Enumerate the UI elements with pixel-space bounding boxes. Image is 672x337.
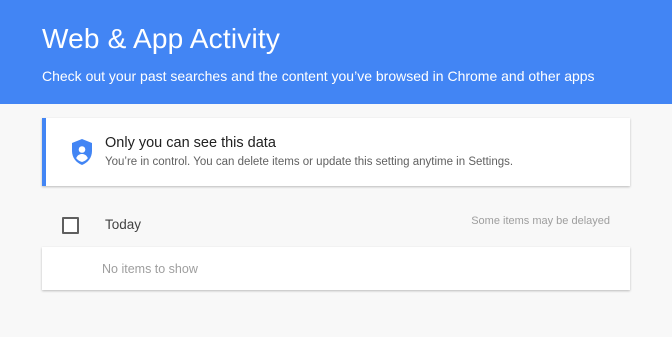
delay-notice: Some items may be delayed bbox=[471, 215, 610, 227]
activity-items-card: No items to show bbox=[42, 247, 630, 290]
page-title: Web & App Activity bbox=[42, 23, 281, 54]
privacy-notice-card: Only you can see this data You’re in con… bbox=[42, 118, 630, 186]
empty-state-message: No items to show bbox=[102, 262, 198, 276]
privacy-notice-title: Only you can see this data bbox=[105, 135, 276, 151]
privacy-notice-description: You’re in control. You can delete items … bbox=[105, 156, 514, 168]
select-day-checkbox[interactable] bbox=[62, 217, 79, 234]
day-label: Today bbox=[105, 217, 142, 232]
day-header-today: Today Some items may be delayed bbox=[42, 207, 630, 243]
page-subtitle: Check out your past searches and the con… bbox=[42, 68, 595, 84]
page-header: Web & App Activity Check out your past s… bbox=[0, 0, 672, 104]
shield-person-icon bbox=[72, 139, 92, 165]
